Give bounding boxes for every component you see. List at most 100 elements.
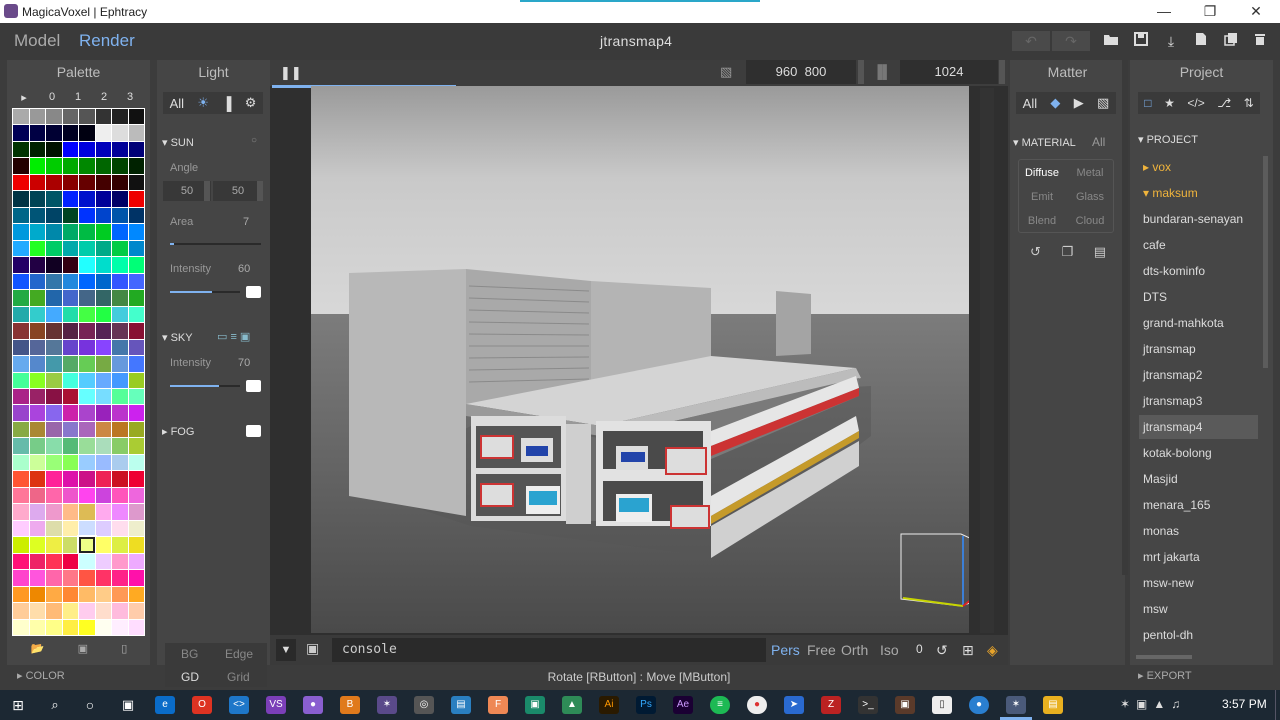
paste-icon[interactable]: ▤ [1094, 244, 1106, 260]
sky-color-swatch[interactable] [246, 380, 261, 392]
palette-swatch[interactable] [95, 257, 111, 273]
palette-swatch[interactable] [79, 520, 95, 537]
palette-swatch[interactable] [62, 339, 78, 356]
palette-tab-1[interactable]: 1 [67, 91, 89, 105]
palette-swatch[interactable] [62, 438, 78, 454]
angle-a-handle[interactable] [204, 181, 210, 201]
palette-swatch[interactable] [95, 421, 111, 438]
app-brown-icon[interactable]: ▣ [895, 696, 915, 714]
palette-swatch[interactable] [62, 240, 78, 257]
palette-swatch[interactable] [95, 586, 111, 603]
palette-swatch[interactable] [79, 619, 95, 635]
palette-swatch[interactable] [13, 323, 29, 339]
palette-swatch[interactable] [128, 224, 144, 240]
console-input[interactable]: console [332, 638, 766, 662]
palette-swatch[interactable] [128, 158, 144, 174]
palette-swatch[interactable] [112, 306, 128, 323]
light-tab-all[interactable]: All [170, 96, 184, 111]
project-item[interactable]: msw [1139, 597, 1258, 621]
clock[interactable]: 3:57 PM [1222, 697, 1267, 711]
palette-swatch[interactable] [128, 356, 144, 372]
palette-swatch[interactable] [62, 273, 78, 290]
palette-swatch[interactable] [62, 290, 78, 306]
render-height[interactable]: 800 [805, 64, 827, 79]
bg-toggle[interactable]: BG [181, 647, 198, 661]
material-all[interactable]: All [1092, 135, 1105, 149]
palette-swatch[interactable] [13, 174, 29, 191]
palette-swatch[interactable] [112, 191, 128, 207]
figma-icon[interactable]: F [488, 696, 508, 714]
project-item[interactable]: ▾ maksum [1139, 181, 1258, 205]
palette-swatch[interactable] [112, 372, 128, 388]
palette-swatch[interactable] [29, 323, 45, 339]
palette-swatch[interactable] [95, 224, 111, 240]
palette-save-icon[interactable]: ▣ [78, 642, 88, 658]
palette-swatch[interactable] [62, 372, 78, 388]
render-scene[interactable] [311, 86, 969, 633]
palette-swatch[interactable] [62, 141, 78, 158]
palette-swatch[interactable] [46, 109, 62, 125]
render-size[interactable]: 960 800 [746, 60, 856, 84]
palette-swatch[interactable] [62, 174, 78, 191]
palette-swatch[interactable] [112, 339, 128, 356]
palette-swatch[interactable] [112, 125, 128, 141]
palette-swatch[interactable] [29, 504, 45, 520]
sun-toggle-icon[interactable]: ○ [251, 135, 257, 146]
palette-swatch[interactable] [62, 257, 78, 273]
palette-swatch[interactable] [128, 487, 144, 504]
cube-tab-icon[interactable]: ◆ [1050, 95, 1060, 111]
iso-value[interactable]: 0 [916, 642, 923, 656]
palette-swatch[interactable] [128, 372, 144, 388]
palette-swatch[interactable] [29, 586, 45, 603]
camera-orth[interactable]: Orth [841, 642, 868, 658]
redo-icon[interactable]: ↷ [1052, 31, 1090, 51]
palette-swatch[interactable] [112, 388, 128, 405]
palette-swatch[interactable] [62, 487, 78, 504]
palette-swatch[interactable] [112, 224, 128, 240]
edge-toggle[interactable]: Edge [225, 647, 253, 661]
palette-swatch[interactable] [112, 240, 128, 257]
palette-swatch[interactable] [29, 471, 45, 487]
palette-swatch[interactable] [46, 257, 62, 273]
palette-swatch[interactable] [112, 356, 128, 372]
palette-swatch[interactable] [112, 504, 128, 520]
palette-open-icon[interactable]: 📂 [31, 642, 45, 658]
palette-swatch[interactable] [62, 388, 78, 405]
palette-swatch[interactable] [46, 323, 62, 339]
palette-swatch[interactable] [112, 487, 128, 504]
close-button[interactable]: ✕ [1233, 0, 1279, 23]
photoshop-icon[interactable]: Ps [636, 696, 656, 714]
maximize-button[interactable]: ❐ [1187, 0, 1233, 23]
palette-swatch[interactable] [29, 405, 45, 421]
palette-swatch[interactable] [46, 290, 62, 306]
palette-swatch[interactable] [13, 125, 29, 141]
camera-icon[interactable]: ▣ [306, 640, 319, 657]
save-icon[interactable] [1130, 31, 1152, 51]
windows-start-icon[interactable]: ⊞ [8, 696, 28, 714]
palette-swatch[interactable] [46, 504, 62, 520]
mode-tab-render[interactable]: Render [79, 31, 135, 51]
trash-icon[interactable] [1249, 31, 1271, 51]
project-item[interactable]: menara_165 [1139, 493, 1258, 517]
palette-swatch[interactable] [46, 158, 62, 174]
palette-swatch[interactable] [13, 487, 29, 504]
viewport-scrollbar[interactable] [980, 88, 994, 633]
palette-swatch[interactable] [128, 619, 144, 635]
palette-swatch[interactable] [128, 191, 144, 207]
size-handle[interactable] [858, 60, 864, 84]
palette-swatch[interactable] [46, 471, 62, 487]
blender-icon[interactable]: B [340, 696, 360, 714]
palette-swatch[interactable] [112, 257, 128, 273]
material-metal[interactable]: Metal [1067, 167, 1113, 179]
palette-swatch[interactable] [79, 553, 95, 570]
project-item[interactable]: DTS [1139, 285, 1258, 309]
palette-swatch[interactable] [79, 405, 95, 421]
palette-swatch[interactable] [79, 504, 95, 520]
palette-swatch[interactable] [13, 504, 29, 520]
palette-swatch[interactable] [112, 405, 128, 421]
terminal-icon[interactable]: >_ [858, 696, 878, 714]
palette-swatch[interactable] [29, 388, 45, 405]
material-cloud[interactable]: Cloud [1067, 215, 1113, 227]
palette-swatch[interactable] [79, 257, 95, 273]
palette-swatch[interactable] [62, 323, 78, 339]
